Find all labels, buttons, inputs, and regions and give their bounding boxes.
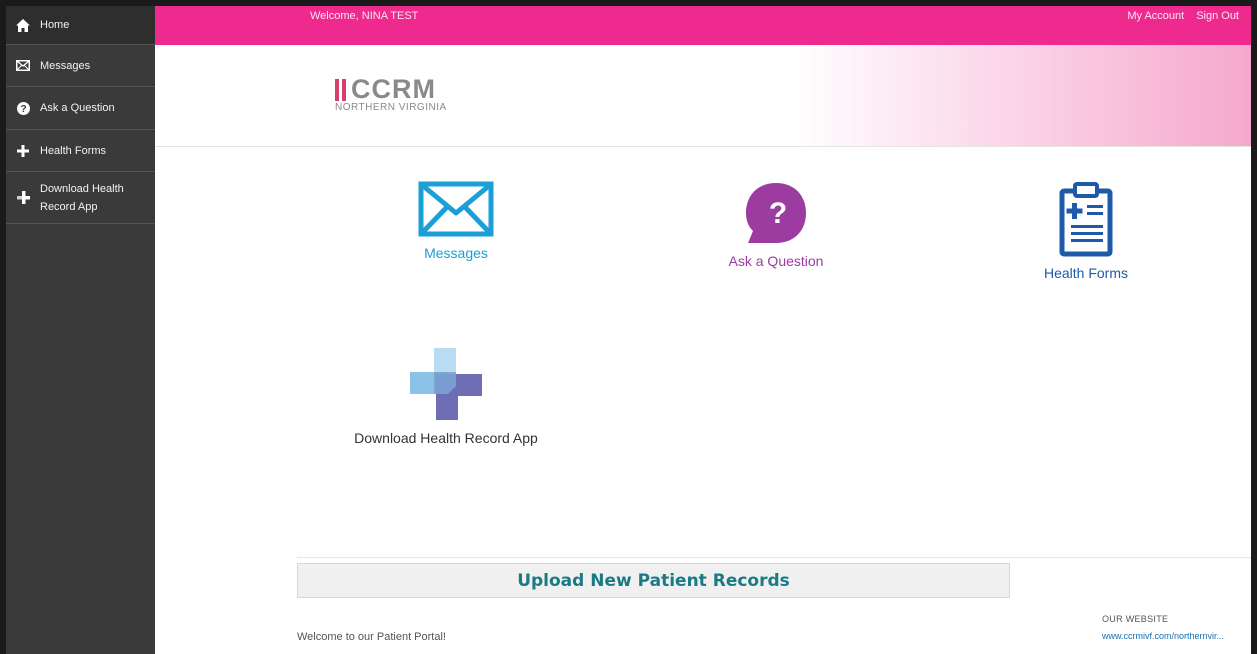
sidebar-item-home[interactable]: Home <box>6 6 155 45</box>
sidebar-item-ask-question[interactable]: ? Ask a Question <box>6 87 155 130</box>
messages-tile-label: Messages <box>424 245 488 261</box>
cross-download-icon <box>6 191 40 204</box>
ask-question-tile-label: Ask a Question <box>728 253 824 269</box>
upload-records-button[interactable]: Upload New Patient Records <box>297 563 1010 598</box>
sign-out-link[interactable]: Sign Out <box>1196 6 1239 26</box>
app-frame: Home Messages ? Ask a Question Health Fo… <box>6 6 1251 654</box>
my-account-link[interactable]: My Account <box>1127 6 1184 26</box>
ask-question-tile[interactable]: ? Ask a Question <box>706 181 846 269</box>
download-app-tile-label: Download Health Record App <box>354 430 538 446</box>
sidebar-item-download-app[interactable]: Download Health Record App <box>6 172 155 224</box>
plus-icon <box>6 144 40 157</box>
account-links: My Account Sign Out <box>1127 6 1239 26</box>
logo[interactable]: CCRM NORTHERN VIRGINIA <box>335 74 447 113</box>
sidebar-item-messages[interactable]: Messages <box>6 45 155 87</box>
logo-bar <box>335 79 339 101</box>
svg-text:?: ? <box>20 104 26 115</box>
sidebar-item-label: Home <box>40 19 70 31</box>
logo-header: CCRM NORTHERN VIRGINIA <box>155 45 1251 147</box>
question-circle-icon: ? <box>6 101 40 115</box>
clipboard-icon <box>1059 181 1113 257</box>
envelope-icon <box>6 60 40 71</box>
website-heading: OUR WEBSITE <box>1102 614 1169 624</box>
sidebar-item-label: Health Forms <box>40 144 107 157</box>
health-cross-icon <box>408 346 484 422</box>
health-forms-tile-label: Health Forms <box>1043 265 1129 281</box>
logo-subtitle: NORTHERN VIRGINIA <box>335 102 447 113</box>
home-icon <box>6 18 40 32</box>
portal-welcome-text: Welcome to our Patient Portal! <box>297 631 446 643</box>
sidebar: Home Messages ? Ask a Question Health Fo… <box>6 6 155 654</box>
svg-text:?: ? <box>769 197 787 230</box>
sidebar-item-label: Messages <box>40 59 91 72</box>
sidebar-item-health-forms[interactable]: Health Forms <box>6 130 155 172</box>
top-bar: Welcome, NINA TEST My Account Sign Out <box>155 6 1251 45</box>
download-app-tile[interactable]: Download Health Record App <box>336 346 556 446</box>
sidebar-item-label: Download Health Record App <box>40 182 124 213</box>
health-forms-tile[interactable]: Health Forms <box>1026 181 1146 281</box>
welcome-text: Welcome, NINA TEST <box>310 10 419 22</box>
divider <box>297 557 1251 558</box>
logo-mark: CCRM <box>335 74 447 104</box>
question-bubble-icon: ? <box>744 181 808 245</box>
messages-tile[interactable]: Messages <box>396 181 516 261</box>
sidebar-item-label: Ask a Question <box>40 102 115 114</box>
envelope-icon <box>418 181 494 237</box>
logo-bar <box>342 79 346 101</box>
website-link[interactable]: www.ccrmivf.com/northernvir... <box>1102 631 1224 641</box>
upload-records-label: Upload New Patient Records <box>517 570 790 591</box>
logo-text: CCRM <box>351 74 436 104</box>
